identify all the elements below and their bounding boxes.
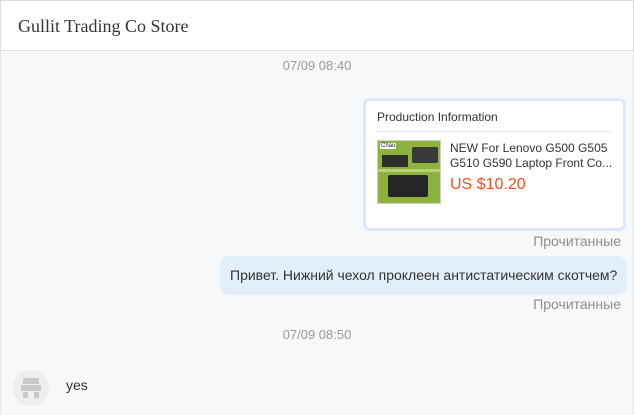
read-status: Прочитанные <box>533 296 621 312</box>
read-status: Прочитанные <box>533 233 621 249</box>
store-name[interactable]: Gullit Trading Co Store <box>18 16 189 37</box>
laptop-part-image <box>388 175 428 197</box>
product-card[interactable]: Production Information Chau NEW For Leno… <box>363 98 626 231</box>
laptop-part-image <box>382 155 408 167</box>
outgoing-message: Привет. Нижний чехол проклеен антистатич… <box>220 256 627 295</box>
avatar-shape <box>23 378 39 384</box>
thumbnail-brand: Chau <box>380 143 397 149</box>
laptop-part-image <box>412 147 438 163</box>
card-divider <box>377 131 611 132</box>
outgoing-message-text: Привет. Нижний чехол проклеен антистатич… <box>230 267 618 283</box>
message-timestamp: 07/09 08:50 <box>282 327 352 342</box>
product-name-line: G510 G590 Laptop Front Co... <box>450 156 613 170</box>
avatar-shape <box>21 385 41 391</box>
message-timestamp: 07/09 08:40 <box>282 58 352 73</box>
avatar-shape <box>23 392 28 398</box>
incoming-message-text: yes <box>66 377 88 393</box>
product-name[interactable]: NEW For Lenovo G500 G505 G510 G590 Lapto… <box>450 141 617 171</box>
avatar-shape <box>34 392 39 398</box>
product-name-line: NEW For Lenovo G500 G505 <box>450 141 608 155</box>
chat-header: Gullit Trading Co Store <box>0 0 634 51</box>
product-card-title: Production Information <box>377 110 498 124</box>
store-avatar-icon <box>13 370 49 406</box>
thumbnail-strip <box>378 169 440 172</box>
product-price: US $10.20 <box>450 176 526 193</box>
product-thumbnail[interactable]: Chau <box>377 140 441 204</box>
